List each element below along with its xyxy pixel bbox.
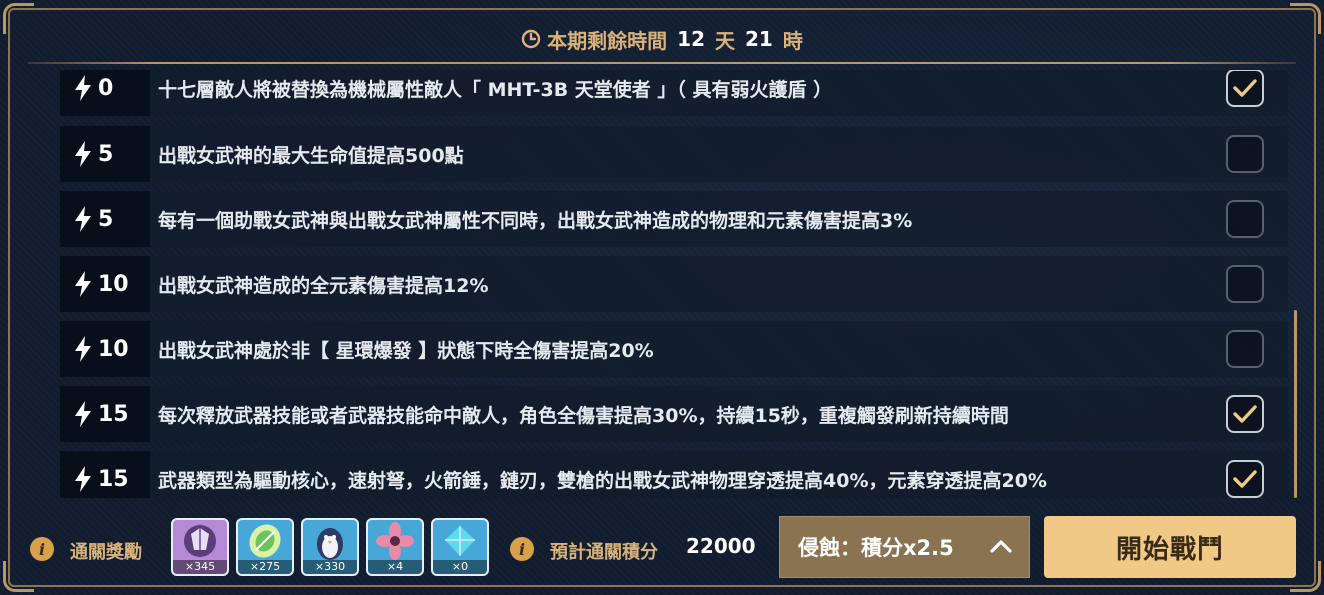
reward-count: ×4 — [368, 560, 422, 574]
info-icon[interactable]: i — [510, 537, 534, 561]
diamond-item-icon — [445, 526, 475, 556]
modifier-row[interactable]: 15 每次釋放武器技能或者武器技能命中敵人，角色全傷害提高30%，持續15秒，重… — [60, 386, 1288, 442]
modifier-description: 十七層敵人將被替換為機械屬性敵人「 MHT-3B 天堂使者 」（ 具有弱火護盾 … — [158, 78, 833, 101]
penguin-item-icon — [317, 528, 343, 560]
lightning-icon — [75, 466, 91, 492]
modifier-checkbox[interactable] — [1226, 265, 1264, 303]
lightning-icon — [75, 401, 91, 427]
timer-hours: 21 — [745, 27, 773, 51]
timer-days-unit: 天 — [715, 28, 735, 53]
modifier-cost: 5 — [60, 126, 150, 182]
timer-prefix: 本期剩餘時間 — [547, 28, 668, 53]
lightning-icon — [75, 271, 91, 297]
lightning-icon — [75, 206, 91, 232]
reward-count: ×330 — [303, 560, 357, 574]
cost-value: 10 — [98, 336, 129, 362]
modifier-cost: 0 — [60, 70, 150, 116]
erosion-dropdown[interactable]: 侵蝕：積分x2.5 — [779, 516, 1030, 578]
reward-item[interactable]: ×275 — [236, 518, 294, 576]
cost-value: 15 — [98, 401, 129, 427]
reward-count: ×275 — [238, 560, 292, 574]
footer-bar: i 通關獎勵 ×345 ×275 ×330 ×4 ×0 i 預計通關積分 220… — [0, 510, 1324, 590]
info-icon[interactable]: i — [30, 537, 54, 561]
remaining-time: 本期剩餘時間 12 天 21 時 — [0, 24, 1324, 54]
score-label: 預計通關積分 — [550, 542, 658, 563]
rewards-label: 通關獎勵 — [70, 542, 142, 563]
cost-value: 10 — [98, 271, 129, 297]
reward-item[interactable]: ×4 — [366, 518, 424, 576]
timer-hours-unit: 時 — [782, 28, 803, 53]
modifier-checkbox[interactable] — [1226, 70, 1264, 107]
modifier-checkbox[interactable] — [1226, 460, 1264, 498]
reward-item[interactable]: ×0 — [431, 518, 489, 576]
modifier-row[interactable]: 0 十七層敵人將被替換為機械屬性敵人「 MHT-3B 天堂使者 」（ 具有弱火護… — [60, 70, 1288, 116]
modifier-description: 出戰女武神處於非【 星環爆發 】狀態下時全傷害提高20% — [158, 339, 654, 362]
disc-item-icon — [249, 524, 281, 558]
modifier-description: 出戰女武神造成的全元素傷害提高12% — [158, 274, 489, 297]
checkmark-icon — [1233, 405, 1257, 423]
modifier-checkbox[interactable] — [1226, 395, 1264, 433]
modifier-cost: 10 — [60, 321, 150, 377]
lightning-icon — [75, 75, 91, 101]
header-divider — [28, 62, 1296, 64]
modifier-description: 每有一個助戰女武神與出戰女武神屬性不同時，出戰女武神造成的物理和元素傷害提高3% — [158, 209, 913, 232]
cost-value: 15 — [98, 466, 129, 492]
modifier-cost: 5 — [60, 191, 150, 247]
cost-value: 5 — [98, 141, 114, 167]
modifier-cost: 15 — [60, 451, 150, 498]
lightning-icon — [75, 336, 91, 362]
cost-value: 5 — [98, 206, 114, 232]
modifier-checkbox[interactable] — [1226, 200, 1264, 238]
modifier-checkbox[interactable] — [1226, 330, 1264, 368]
lightning-icon — [75, 141, 91, 167]
modifier-row[interactable]: 5 出戰女武神的最大生命值提高500點 — [60, 126, 1288, 182]
chevron-up-icon — [990, 540, 1012, 553]
modifier-row[interactable]: 10 出戰女武神造成的全元素傷害提高12% — [60, 256, 1288, 312]
erosion-label: 侵蝕：積分x2.5 — [798, 536, 954, 560]
flower-item-icon — [376, 522, 414, 560]
modifier-description: 武器類型為驅動核心，速射弩，火箭錘，鏈刃，雙槍的出戰女武神物理穿透提高40%，元… — [158, 469, 1047, 492]
modifier-list[interactable]: 0 十七層敵人將被替換為機械屬性敵人「 MHT-3B 天堂使者 」（ 具有弱火護… — [60, 70, 1288, 498]
cost-value: 0 — [98, 75, 114, 101]
modifier-row[interactable]: 15 武器類型為驅動核心，速射弩，火箭錘，鏈刃，雙槍的出戰女武神物理穿透提高40… — [60, 451, 1288, 498]
reward-count: ×0 — [433, 560, 487, 574]
checkmark-icon — [1233, 79, 1257, 97]
modifier-cost: 15 — [60, 386, 150, 442]
start-battle-button[interactable]: 開始戰鬥 — [1044, 516, 1296, 578]
reward-count: ×345 — [173, 560, 227, 574]
clock-icon — [521, 29, 541, 49]
crystal-item-icon — [184, 525, 216, 557]
reward-item[interactable]: ×330 — [301, 518, 359, 576]
modifier-cost: 10 — [60, 256, 150, 312]
modifier-checkbox[interactable] — [1226, 135, 1264, 173]
modifier-description: 出戰女武神的最大生命值提高500點 — [158, 144, 464, 167]
modifier-description: 每次釋放武器技能或者武器技能命中敵人，角色全傷害提高30%，持續15秒，重複觸發… — [158, 404, 1009, 427]
list-scrollbar[interactable] — [1294, 310, 1297, 498]
reward-item[interactable]: ×345 — [171, 518, 229, 576]
timer-days: 12 — [677, 27, 705, 51]
modifier-row[interactable]: 10 出戰女武神處於非【 星環爆發 】狀態下時全傷害提高20% — [60, 321, 1288, 377]
event-panel: 本期剩餘時間 12 天 21 時 0 十七層敵人將被替換為機械屬性敵人「 MHT… — [0, 0, 1324, 595]
modifier-row[interactable]: 5 每有一個助戰女武神與出戰女武神屬性不同時，出戰女武神造成的物理和元素傷害提高… — [60, 191, 1288, 247]
checkmark-icon — [1233, 470, 1257, 488]
score-value: 22000 — [686, 534, 756, 558]
